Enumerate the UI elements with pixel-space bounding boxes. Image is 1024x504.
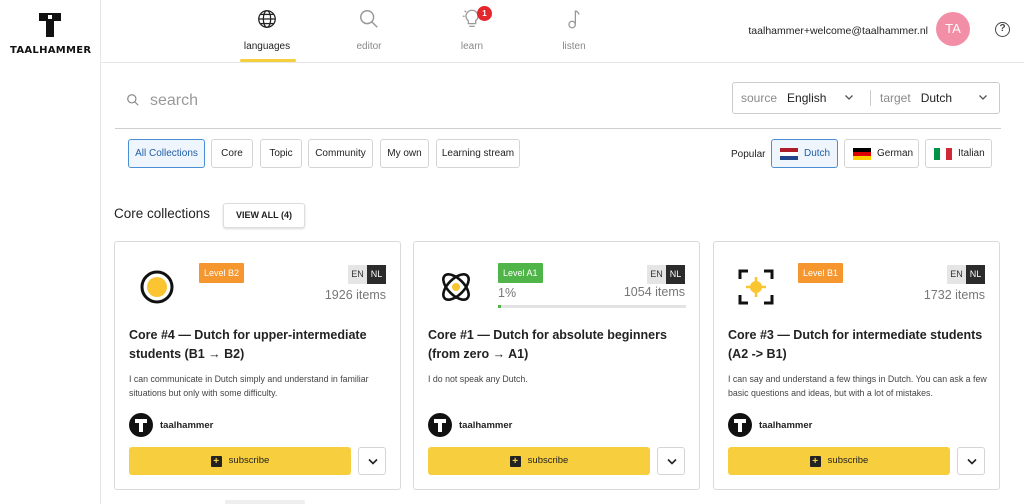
filter-community[interactable]: Community (308, 139, 373, 168)
subscribe-button[interactable]: + subscribe (129, 447, 351, 475)
level-badge: Level A1 (498, 263, 543, 283)
language-pair-selector: source English target Dutch (732, 82, 1000, 114)
language-pair-badge: EN NL (947, 265, 985, 284)
card-title: Core #4 — Dutch for upper-intermediate s… (129, 328, 367, 361)
taalhammer-logo-icon (135, 419, 147, 432)
target-language-value: Dutch (920, 91, 953, 105)
level-badge: Level B2 (199, 263, 245, 283)
search-input[interactable] (150, 88, 650, 114)
view-all-button[interactable]: VIEW ALL (4) (223, 203, 305, 228)
plus-icon: + (509, 456, 521, 467)
taalhammer-logo-icon (734, 419, 746, 432)
notification-badge: 1 (477, 6, 492, 21)
filter-all-collections[interactable]: All Collections (128, 139, 205, 168)
brand-logo[interactable]: TAALHAMMER (10, 12, 92, 56)
card-menu-button[interactable] (957, 447, 985, 475)
target-circle-icon (140, 270, 174, 304)
source-language-value: English (787, 91, 827, 105)
target-language-select[interactable]: target Dutch (880, 91, 952, 105)
author-avatar (129, 413, 153, 437)
music-note-icon (568, 10, 580, 29)
chevron-down-icon (967, 458, 977, 465)
help-icon[interactable]: ? (995, 22, 1010, 37)
card-title: Core #1 — Dutch for absolute beginners (… (428, 328, 667, 361)
german-flag-icon (853, 148, 871, 160)
search-icon (360, 10, 378, 28)
search-bar: source English target Dutch (115, 80, 1001, 129)
italian-flag-icon (934, 148, 952, 160)
collection-card[interactable]: Level A1 EN NL 1% 1054 items Core #1 — Du… (413, 241, 700, 490)
taalhammer-logo-icon (434, 419, 446, 432)
active-tab-indicator (240, 59, 296, 62)
nav-label: editor (356, 41, 382, 52)
progress-fill (498, 305, 501, 308)
card-description: I can say and understand a few things in… (728, 374, 987, 398)
sidebar: TAALHAMMER (0, 0, 101, 504)
author-avatar (728, 413, 752, 437)
source-language-select[interactable]: source English (741, 91, 826, 105)
brand-name: TAALHAMMER (10, 45, 92, 56)
nav-editor[interactable]: editor (334, 8, 404, 52)
nav-label: languages (243, 41, 291, 52)
section-title: Core collections (114, 206, 211, 221)
item-count: 1054 items (623, 285, 685, 299)
subscribe-button[interactable]: + subscribe (428, 447, 650, 475)
progress-bar (498, 305, 686, 308)
globe-icon (258, 10, 276, 28)
plus-icon: + (210, 456, 222, 467)
user-email: taalhammer+welcome@taalhammer.nl (748, 25, 928, 37)
collection-card[interactable]: Level B1 EN NL 1732 items Core #3 — Dutch… (713, 241, 1000, 490)
card-description: I can communicate in Dutch simply and un… (129, 374, 369, 398)
app-root: TAALHAMMER languages editor 1 learn list… (0, 0, 1024, 504)
level-badge: Level B1 (798, 263, 844, 283)
filter-core[interactable]: Core (211, 139, 253, 168)
progress-percent: 1% (498, 286, 517, 300)
chevron-down-icon[interactable] (978, 92, 988, 102)
author-name[interactable]: taalhammer (459, 420, 512, 431)
item-count: 1732 items (923, 288, 985, 302)
language-pair-badge: EN NL (348, 265, 386, 284)
chevron-down-icon (667, 458, 677, 465)
plus-icon: + (809, 456, 821, 467)
nav-label: listen (562, 41, 586, 52)
author-name[interactable]: taalhammer (759, 420, 812, 431)
atom-icon (442, 273, 470, 301)
popular-label: Popular (731, 149, 766, 160)
card-menu-button[interactable] (358, 447, 386, 475)
author-avatar (428, 413, 452, 437)
nav-listen[interactable]: listen (539, 8, 609, 52)
card-description: I do not speak any Dutch. (428, 374, 528, 384)
filter-topic[interactable]: Topic (260, 139, 302, 168)
nav-languages[interactable]: languages (232, 8, 302, 52)
top-nav: languages editor 1 learn listen taalhamm… (101, 0, 1024, 63)
nav-learn[interactable]: 1 learn (437, 6, 507, 52)
card-title: Core #3 — Dutch for intermediate student… (728, 328, 983, 361)
next-row-hint (225, 500, 305, 504)
popular-italian[interactable]: Italian (925, 139, 992, 168)
dutch-flag-icon (780, 148, 798, 160)
item-count: 1926 items (324, 288, 386, 302)
collection-card[interactable]: Level B2 EN NL 1926 items Core #4 — Dutch… (114, 241, 401, 490)
user-avatar[interactable]: TA (936, 12, 970, 46)
author-name[interactable]: taalhammer (160, 420, 213, 431)
chevron-down-icon (368, 458, 378, 465)
subscribe-button[interactable]: + subscribe (728, 447, 950, 475)
card-menu-button[interactable] (657, 447, 685, 475)
focus-target-icon (738, 269, 774, 305)
divider (870, 90, 871, 106)
language-pair-badge: EN NL (647, 265, 685, 284)
popular-dutch[interactable]: Dutch (771, 139, 838, 168)
search-icon (127, 94, 139, 106)
popular-german[interactable]: German (844, 139, 919, 168)
nav-label: learn (460, 41, 484, 52)
chevron-down-icon[interactable] (844, 92, 854, 102)
taalhammer-logo-icon (39, 13, 61, 37)
filter-my-own[interactable]: My own (380, 139, 429, 168)
filter-learning-stream[interactable]: Learning stream (436, 139, 520, 168)
